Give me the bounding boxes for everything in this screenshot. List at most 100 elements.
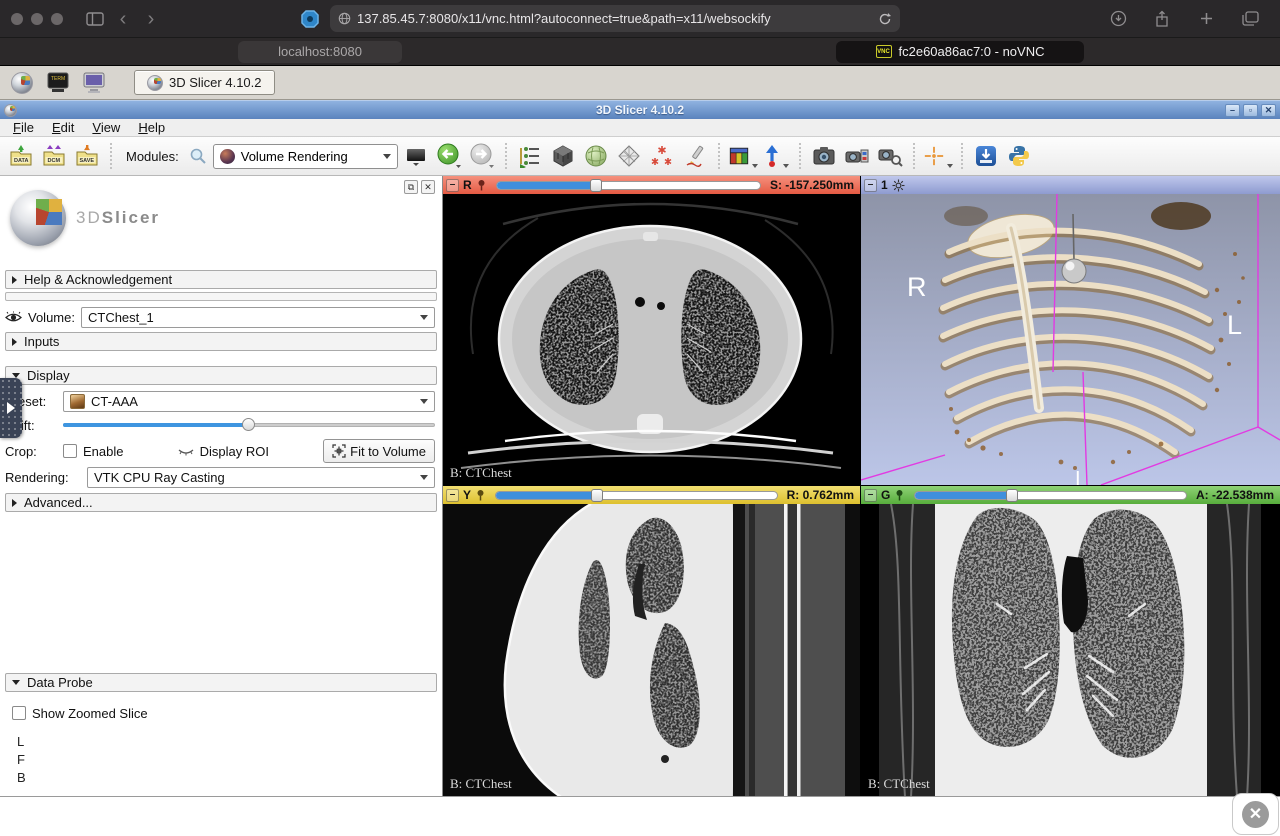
panel-close-button[interactable]: ✕ — [421, 180, 435, 194]
fit-to-volume-button[interactable]: Fit to Volume — [323, 439, 435, 463]
threed-canvas[interactable]: R L I — [861, 194, 1280, 485]
window-traffic-lights[interactable] — [11, 13, 63, 25]
volumes-module-icon[interactable] — [581, 140, 611, 172]
terminal-launcher-icon[interactable]: TERM — [44, 69, 72, 97]
maximize-button[interactable]: ▫ — [1243, 104, 1258, 117]
scene-view-restore-button[interactable] — [875, 140, 905, 172]
collapse-button[interactable]: – — [864, 179, 877, 192]
scene-view-capture-button[interactable] — [842, 140, 872, 172]
python-console-button[interactable] — [1004, 140, 1034, 172]
module-history-button[interactable] — [401, 140, 431, 172]
minimize-button[interactable]: – — [1225, 104, 1240, 117]
mouse-mode-dropdown-arrow[interactable] — [783, 164, 789, 168]
green-slice-controller[interactable]: – G A: -22.538mm — [861, 486, 1280, 504]
back-icon[interactable]: ‹ — [109, 7, 137, 31]
yellow-slice-controller[interactable]: – Y R: 0.762mm — [443, 486, 860, 504]
extensions-manager-button[interactable] — [971, 140, 1001, 172]
display-launcher-icon[interactable] — [80, 69, 108, 97]
green-slice-view[interactable]: – G A: -22.538mm — [861, 486, 1280, 796]
window-titlebar[interactable]: 3D Slicer 4.10.2 – ▫ ✕ — [0, 100, 1280, 119]
yellow-slice-view[interactable]: – Y R: 0.762mm — [443, 486, 860, 796]
preset-thumbnail-icon — [70, 394, 85, 409]
close-window-button[interactable] — [11, 13, 23, 25]
new-tab-icon[interactable] — [1192, 7, 1220, 31]
threed-view[interactable]: – 1 — [861, 176, 1280, 485]
yellow-slider-handle[interactable] — [591, 489, 603, 502]
collapse-button[interactable]: – — [446, 489, 459, 502]
models-module-icon[interactable] — [614, 140, 644, 172]
menu-view[interactable]: View — [83, 120, 129, 135]
annotations-module-icon[interactable] — [680, 140, 710, 172]
layout-dropdown-arrow[interactable] — [752, 164, 758, 168]
inputs-section[interactable]: Inputs — [5, 332, 437, 351]
green-slice-slider[interactable] — [914, 491, 1187, 500]
shift-slider-handle[interactable] — [242, 418, 255, 431]
volume-selector[interactable]: CTChest_1 — [81, 307, 435, 328]
panel-undock-button[interactable]: ⧉ — [404, 180, 418, 194]
module-forward-button[interactable] — [467, 140, 497, 172]
crosshair-dropdown-arrow[interactable] — [947, 164, 953, 168]
markups-module-icon[interactable] — [647, 140, 677, 172]
novnc-control-bar-handle[interactable] — [0, 378, 22, 438]
privacy-shield-icon[interactable] — [300, 9, 320, 29]
load-dicom-button[interactable]: DCM — [39, 140, 69, 172]
sidebar-icon[interactable] — [81, 7, 109, 31]
pin-icon[interactable] — [475, 489, 486, 501]
layout-selector-button[interactable] — [728, 140, 758, 172]
show-zoomed-slice-checkbox[interactable] — [12, 706, 26, 720]
module-back-button[interactable] — [434, 140, 464, 172]
pin-icon[interactable] — [476, 179, 487, 191]
preset-selector[interactable]: CT-AAA — [63, 391, 435, 412]
novnc-close-button[interactable]: ✕ — [1232, 793, 1279, 835]
zoom-window-button[interactable] — [51, 13, 63, 25]
shift-slider[interactable] — [63, 418, 435, 432]
yellow-slice-canvas[interactable]: B: CTChest — [443, 504, 860, 796]
help-acknowledgement-section[interactable]: Help & Acknowledgement — [5, 270, 437, 289]
rendering-selector[interactable]: VTK CPU Ray Casting — [87, 467, 435, 488]
screenshot-button[interactable] — [809, 140, 839, 172]
threed-view-controller[interactable]: – 1 — [861, 176, 1280, 194]
module-search-icon[interactable] — [186, 140, 210, 172]
view-options-sun-icon[interactable] — [892, 179, 905, 192]
forward-icon[interactable]: › — [137, 7, 165, 31]
crosshair-button[interactable] — [923, 140, 953, 172]
close-button[interactable]: ✕ — [1261, 104, 1276, 117]
show-module-panel-icon[interactable] — [515, 140, 545, 172]
slicer-launcher-icon[interactable] — [8, 69, 36, 97]
yellow-slice-slider[interactable] — [495, 491, 778, 500]
menu-file[interactable]: File — [4, 120, 43, 135]
crop-enable-checkbox[interactable] — [63, 444, 77, 458]
menu-help[interactable]: Help — [129, 120, 174, 135]
data-probe-section[interactable]: Data Probe — [5, 673, 437, 692]
collapse-button[interactable]: – — [864, 489, 877, 502]
taskbar-app-button[interactable]: 3D Slicer 4.10.2 — [134, 70, 275, 95]
mouse-interaction-mode-button[interactable] — [761, 140, 791, 172]
display-section[interactable]: Display — [5, 366, 437, 385]
collapse-button[interactable]: – — [446, 179, 459, 192]
advanced-section[interactable]: Advanced... — [5, 493, 437, 512]
roi-visibility-eye-icon[interactable] — [178, 446, 194, 457]
save-data-button[interactable]: SAVE — [72, 140, 102, 172]
green-view-letter: G — [881, 488, 890, 502]
load-data-button[interactable]: DATA — [6, 140, 36, 172]
red-slice-view[interactable]: – R S: -157.250mm — [443, 176, 860, 485]
red-slice-slider[interactable] — [496, 181, 761, 190]
probe-row-b: B — [17, 770, 26, 785]
reload-icon[interactable] — [878, 12, 892, 26]
red-slice-canvas[interactable]: B: CTChest — [443, 194, 860, 485]
tab-novnc[interactable]: VNC fc2e60a86ac7:0 - noVNC — [640, 38, 1280, 65]
red-slider-handle[interactable] — [590, 179, 602, 192]
pin-icon[interactable] — [894, 489, 905, 501]
tab-localhost[interactable]: localhost:8080 — [0, 38, 640, 65]
menu-edit[interactable]: Edit — [43, 120, 83, 135]
green-slice-canvas[interactable]: B: CTChest — [861, 504, 1280, 796]
downloads-icon[interactable] — [1104, 7, 1132, 31]
red-slice-controller[interactable]: – R S: -157.250mm — [443, 176, 860, 194]
data-module-icon[interactable] — [548, 140, 578, 172]
minimize-window-button[interactable] — [31, 13, 43, 25]
tab-overview-icon[interactable] — [1236, 7, 1264, 31]
address-bar[interactable]: 137.85.45.7:8080/x11/vnc.html?autoconnec… — [330, 5, 900, 32]
module-selector[interactable]: Volume Rendering — [213, 144, 398, 169]
green-slider-handle[interactable] — [1006, 489, 1018, 502]
share-icon[interactable] — [1148, 7, 1176, 31]
